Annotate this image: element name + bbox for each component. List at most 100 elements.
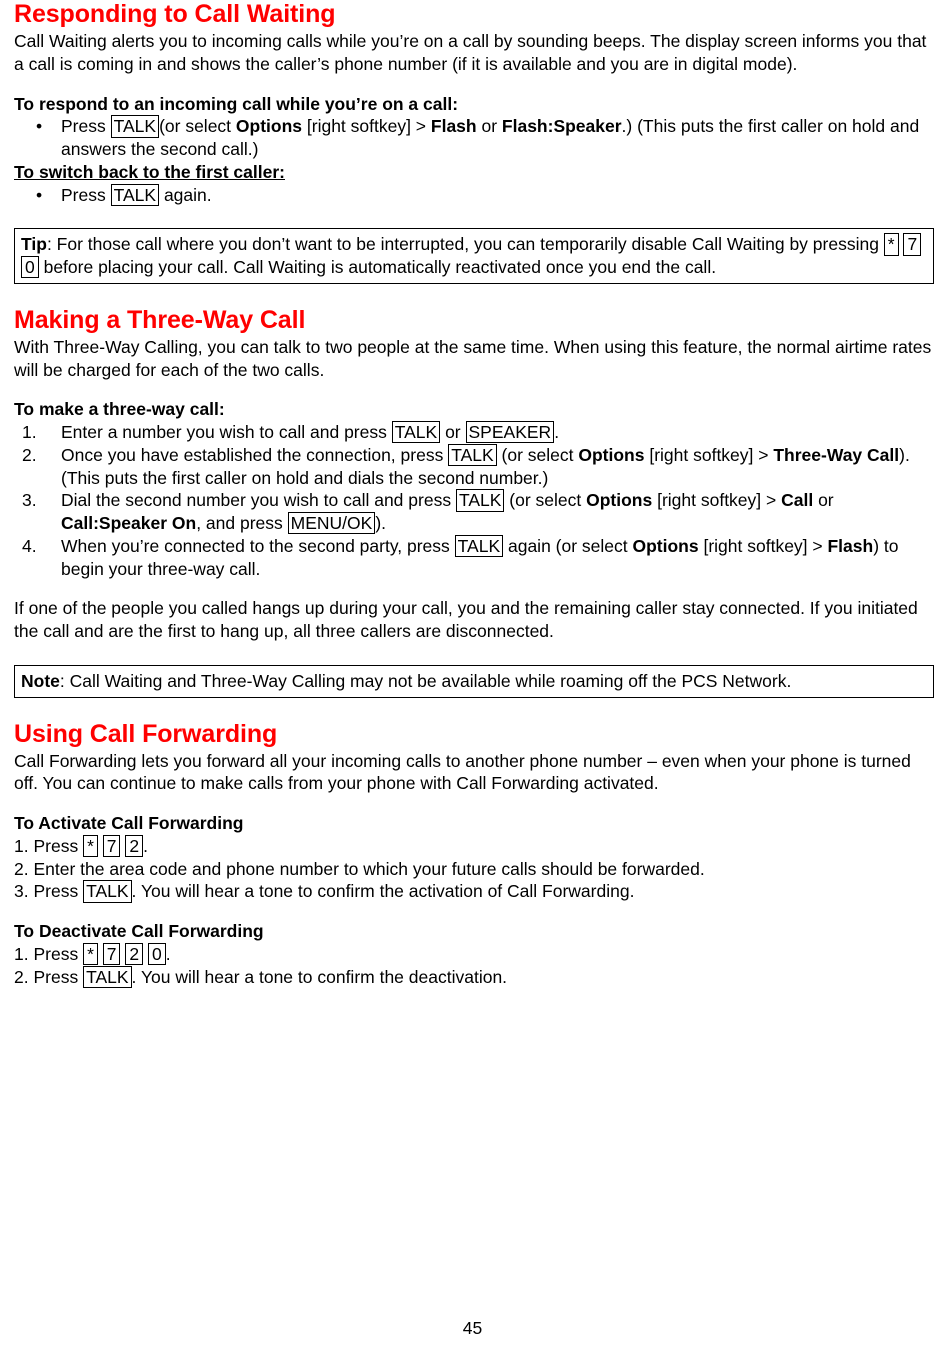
key-star: *: [83, 942, 98, 966]
key-7: 7: [903, 233, 922, 256]
text-fragment: [right softkey] >: [652, 490, 782, 511]
text-bold-call: Call: [781, 490, 814, 511]
key-talk: TALK: [110, 183, 160, 206]
text-bold-options: Options: [235, 116, 303, 137]
activate-step-2: 2. Enter the area code and phone number …: [14, 858, 705, 879]
three-way-intro: With Three-Way Calling, you can talk to …: [14, 336, 932, 380]
deactivate-step-1: 1. Press * 7 2 0.: [14, 942, 934, 966]
text-fragment: or: [476, 116, 502, 137]
list-item: 3. Dial the second number you wish to cal…: [14, 489, 934, 535]
key-talk: TALK: [83, 965, 132, 988]
three-way-steps: 1. Enter a number you wish to call and pr…: [14, 421, 934, 580]
text-fragment: [right softkey] >: [644, 444, 774, 465]
activate-step-3: 3. Press TALK. You will hear a tone to c…: [14, 880, 934, 903]
text-fragment: before placing your call. Call Waiting i…: [38, 257, 717, 277]
key-2: 2: [125, 942, 144, 966]
deactivate-step-2: 2. Press TALK. You will hear a tone to c…: [14, 965, 934, 989]
text-fragment: (or select: [159, 116, 236, 137]
step-number: 1.: [22, 422, 37, 442]
section-heading-call-waiting: Responding to Call Waiting: [14, 0, 336, 28]
key-star: *: [883, 233, 899, 256]
activate-step-1: 1. Press * 7 2.: [14, 834, 934, 858]
tip-label: Tip: [21, 234, 47, 255]
note-label: Note: [21, 670, 60, 691]
step-number: 4.: [22, 535, 37, 556]
key-0: 0: [21, 256, 39, 279]
text-fragment: again.: [159, 184, 212, 205]
list-item: 2. Once you have established the connecti…: [14, 443, 934, 490]
step-number: 3.: [22, 490, 37, 511]
three-way-sub-heading: To make a three-way call:: [14, 399, 225, 420]
text-fragment: 1. Press: [14, 835, 84, 856]
text-fragment: : Call Waiting and Three-Way Calling may…: [59, 670, 792, 691]
key-star: *: [83, 834, 98, 858]
text-fragment: (or select: [504, 490, 587, 511]
section-heading-three-way-call: Making a Three-Way Call: [14, 305, 306, 334]
text-fragment: (or select: [496, 444, 579, 465]
text-fragment: ).: [375, 513, 387, 533]
text-fragment: .: [554, 422, 560, 442]
text-bold-flash: Flash: [430, 116, 477, 137]
text-fragment: When you’re connected to the second part…: [61, 535, 455, 556]
call-forwarding-intro: Call Forwarding lets you forward all you…: [14, 750, 911, 794]
text-fragment: .: [143, 835, 148, 856]
text-bold-options: Options: [578, 444, 645, 465]
key-talk: TALK: [448, 443, 497, 467]
text-bold-flash: Flash: [827, 535, 874, 556]
deactivate-call-forwarding-heading: To Deactivate Call Forwarding: [14, 921, 264, 941]
list-item: • Press TALK again.: [14, 183, 934, 207]
bullet-glyph: •: [36, 184, 43, 205]
text-fragment: 1. Press: [14, 943, 84, 964]
key-talk: TALK: [454, 534, 504, 558]
list-item: • Press TALK (or select Options [right so…: [14, 115, 934, 161]
text-fragment: Enter a number you wish to call and pres…: [61, 422, 392, 442]
list-item: 1. Enter a number you wish to call and pr…: [14, 421, 934, 444]
key-7: 7: [102, 834, 121, 858]
bullet-glyph: •: [36, 116, 43, 137]
text-fragment: Press: [61, 116, 111, 137]
text-fragment: or: [813, 490, 834, 511]
manual-page: Responding to Call Waiting Call Waiting …: [0, 0, 945, 1358]
list-item: 4. When you’re connected to the second pa…: [14, 534, 934, 581]
key-menu-ok: MENU/OK: [287, 512, 376, 535]
three-way-outro: If one of the people you called hangs up…: [14, 598, 918, 641]
text-fragment: . You will hear a tone to confirm the ac…: [131, 881, 635, 902]
text-fragment: again (or select: [503, 535, 633, 556]
activate-call-forwarding-heading: To Activate Call Forwarding: [14, 813, 244, 833]
note-box: Note: Call Waiting and Three-Way Calling…: [14, 664, 934, 698]
text-fragment: Dial the second number you wish to call …: [61, 490, 456, 511]
text-fragment: Once you have established the connection…: [61, 444, 449, 465]
text-bold-options: Options: [632, 535, 699, 556]
key-0: 0: [147, 942, 166, 966]
page-number: 45: [462, 1318, 483, 1338]
key-talk: TALK: [391, 421, 441, 444]
text-fragment: Press: [61, 184, 111, 205]
text-fragment: 3. Press: [14, 881, 84, 902]
key-2: 2: [125, 834, 144, 858]
key-talk: TALK: [455, 489, 505, 512]
text-fragment: 2. Press: [14, 966, 84, 987]
text-bold-call-speaker-on: Call:Speaker On: [61, 513, 197, 533]
key-7: 7: [102, 942, 121, 966]
section-heading-call-forwarding: Using Call Forwarding: [14, 719, 278, 748]
tip-box: Tip: For those call where you don’t want…: [14, 228, 934, 284]
step-number: 2.: [22, 444, 37, 465]
call-waiting-intro: Call Waiting alerts you to incoming call…: [14, 31, 927, 74]
call-waiting-sub-heading-1: To respond to an incoming call while you…: [14, 93, 459, 114]
call-waiting-bullet-list: • Press TALK (or select Options [right so…: [14, 115, 934, 161]
text-bold-flash-speaker: Flash:Speaker: [501, 116, 622, 137]
text-bold-options: Options: [586, 490, 653, 511]
key-talk: TALK: [83, 880, 132, 903]
text-bold-three-way-call: Three-Way Call: [773, 444, 900, 465]
call-waiting-sub-heading-2: To switch back to the first caller:: [14, 161, 285, 182]
text-fragment: . You will hear a tone to confirm the de…: [131, 966, 508, 987]
